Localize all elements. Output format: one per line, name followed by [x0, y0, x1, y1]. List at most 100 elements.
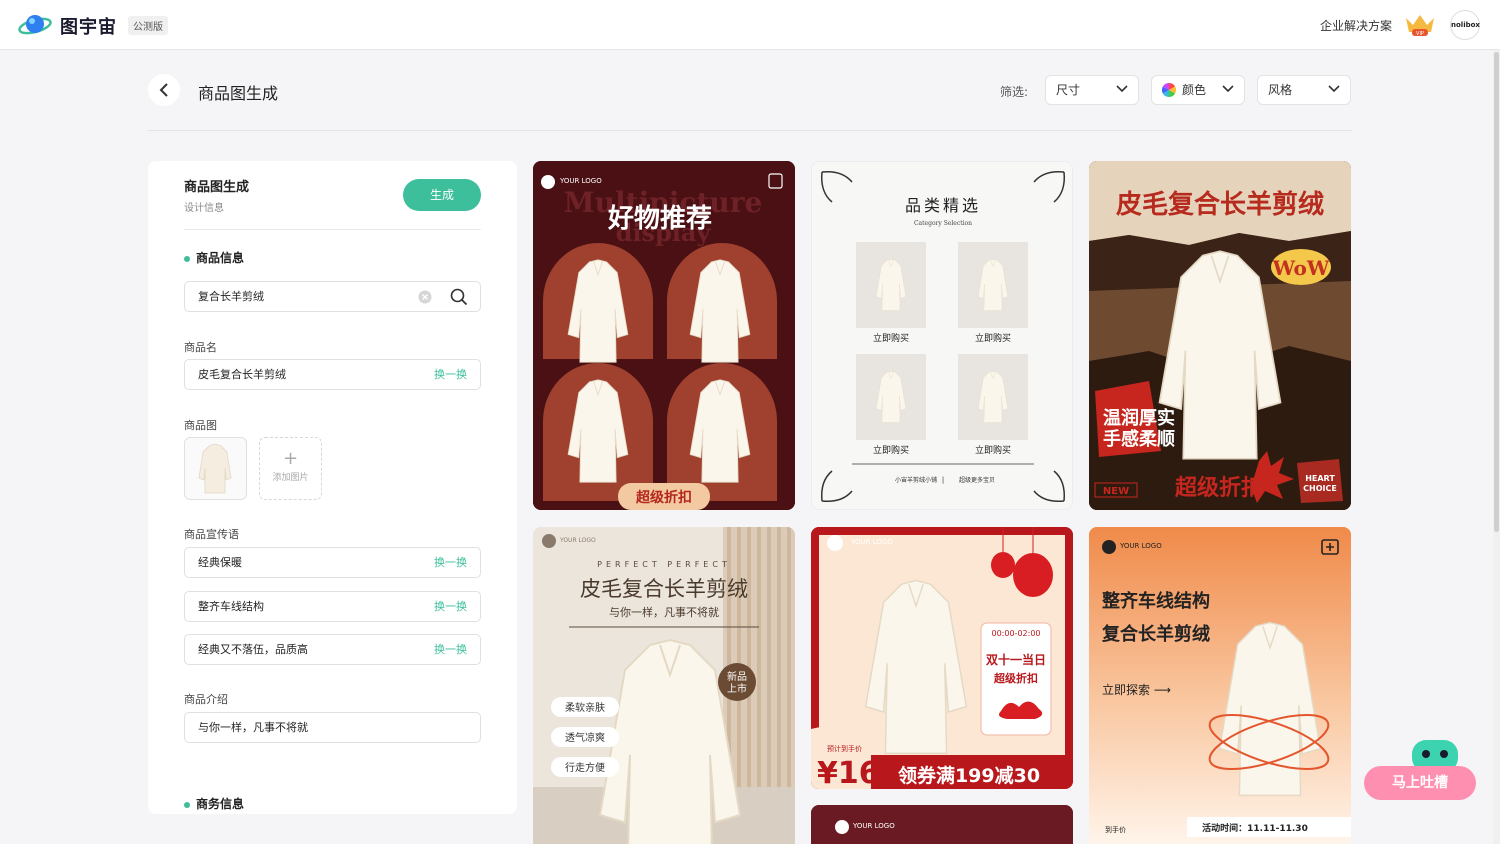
top-bar: 图宇宙 公测版 企业解决方案 VIP nolibox — [0, 0, 1500, 50]
side-text: 温润厚实 — [1103, 407, 1175, 429]
slogan-field-2[interactable]: 整齐车线结构 换一换 — [184, 591, 481, 622]
template-card-2[interactable]: 品类精选 Category Selection 立即购买 立即购买 立即购买 立… — [811, 161, 1073, 510]
tag: 柔软亲肤 — [565, 701, 605, 714]
template-card-5[interactable]: YOUR LOGO 00:00-02:00 双十一当日 超级折扣 预计到手价 ¥… — [811, 527, 1073, 789]
price-value: ¥169 — [817, 756, 901, 789]
template-card-6[interactable]: YOUR LOGO 整齐车线结构 复合长羊剪绒 立即探索 ⟶ 到手价 活动时间：… — [1089, 527, 1351, 844]
tag: 透气凉爽 — [565, 731, 605, 744]
filter-label: 筛选: — [1000, 85, 1029, 99]
wow-label: WoW — [1272, 256, 1330, 280]
chevron-left-icon — [159, 83, 168, 97]
page-scrollbar[interactable] — [1493, 50, 1500, 844]
tag: 行走方便 — [565, 761, 605, 774]
card-4-art: YOUR LOGO PERFECT PERFECT 皮毛复合长羊剪绒 与你一样，… — [533, 527, 795, 844]
clear-icon[interactable] — [418, 290, 432, 304]
color-filter-label: 颜色 — [1182, 83, 1207, 97]
card-1-art: YOUR LOGO Multipicture display 好物推荐 超级折扣 — [533, 161, 795, 510]
back-button[interactable] — [148, 74, 180, 106]
product-image-thumbnail[interactable] — [184, 437, 247, 500]
card-title: 皮毛复合长羊剪绒 — [1116, 189, 1324, 220]
size-filter-label: 尺寸 — [1056, 83, 1081, 97]
card-5-art: YOUR LOGO 00:00-02:00 双十一当日 超级折扣 预计到手价 ¥… — [811, 527, 1073, 789]
search-icon[interactable] — [450, 288, 468, 306]
card-logo: YOUR LOGO — [852, 822, 895, 830]
panel-divider — [184, 229, 481, 230]
card-line: 整齐车线结构 — [1101, 590, 1210, 612]
scrollbar-thumb[interactable] — [1494, 52, 1499, 532]
new-badge-text: 新品 — [727, 670, 747, 683]
style-filter-label: 风格 — [1268, 83, 1293, 97]
template-card-1[interactable]: YOUR LOGO Multipicture display 好物推荐 超级折扣 — [533, 161, 795, 510]
svg-text:|: | — [942, 476, 944, 484]
section-product-info: 商品信息 — [184, 249, 244, 266]
color-wheel-icon — [1162, 83, 1176, 97]
product-image-label: 商品图 — [184, 419, 217, 432]
page-title: 商品图生成 — [198, 84, 279, 103]
perfect-label: PERFECT PERFECT — [597, 560, 731, 569]
coupon-label: 领券满199减30 — [898, 764, 1040, 787]
heart-label: HEART — [1305, 474, 1335, 483]
vip-label: VIP — [1416, 31, 1424, 37]
card-logo: YOUR LOGO — [850, 538, 893, 546]
panel-subtitle: 设计信息 — [184, 203, 224, 214]
buy-label: 立即购买 — [975, 332, 1011, 344]
bottom-label: 超级折扣 — [1175, 475, 1263, 501]
explore-link: 立即探索 ⟶ — [1102, 682, 1171, 697]
card-title: 皮毛复合长羊剪绒 — [580, 577, 748, 601]
card-line: 复合长羊剪绒 — [1101, 623, 1210, 645]
color-filter-dropdown[interactable]: 颜色 — [1151, 75, 1245, 105]
style-filter-dropdown[interactable]: 风格 — [1257, 75, 1351, 105]
intro-field[interactable]: 与你一样，凡事不将就 — [184, 712, 481, 743]
side-text: 手感柔顺 — [1103, 428, 1175, 450]
swap-button[interactable]: 换一换 — [434, 548, 467, 577]
slogan-value: 整齐车线结构 — [198, 600, 264, 613]
card-subtitle: 与你一样，凡事不将就 — [609, 605, 719, 619]
card-logo: YOUR LOGO — [559, 537, 596, 544]
chevron-down-icon — [1222, 85, 1234, 93]
card-logo: YOUR LOGO — [559, 177, 602, 185]
buy-label: 立即购买 — [873, 444, 909, 456]
chevron-down-icon — [1328, 85, 1340, 93]
slogan-label: 商品宣传语 — [184, 528, 239, 541]
section-business-info: 商务信息 — [184, 795, 244, 812]
generate-button[interactable]: 生成 — [403, 179, 481, 211]
footer-text: 小宙羊剪绒小铺 — [895, 476, 937, 484]
slogan-field-1[interactable]: 经典保暖 换一换 — [184, 547, 481, 578]
swap-button[interactable]: 换一换 — [434, 592, 467, 621]
card-3-art: 皮毛复合长羊剪绒 WoW 温润厚实 手感柔顺 NEW 超级折扣 HEART CH… — [1089, 161, 1351, 510]
card-title: 好物推荐 — [607, 204, 712, 234]
enterprise-solutions-link[interactable]: 企业解决方案 — [1320, 17, 1392, 34]
template-card-4[interactable]: YOUR LOGO PERFECT PERFECT 皮毛复合长羊剪绒 与你一样，… — [533, 527, 795, 844]
buy-label: 立即购买 — [873, 332, 909, 344]
price-label: 到手价 — [1105, 825, 1126, 834]
add-image-label: 添加图片 — [272, 473, 309, 483]
beta-badge: 公测版 — [128, 16, 168, 35]
footer-text: 超级更多宝贝 — [959, 476, 995, 484]
buy-label: 立即购买 — [975, 444, 1011, 456]
size-filter-dropdown[interactable]: 尺寸 — [1045, 75, 1139, 105]
new-label: NEW — [1103, 486, 1129, 497]
swap-button[interactable]: 换一换 — [434, 360, 467, 389]
add-image-button[interactable]: + 添加图片 — [259, 437, 322, 500]
user-avatar[interactable]: nolibox — [1450, 10, 1480, 40]
panel-title: 商品图生成 — [184, 180, 250, 195]
template-card-7[interactable]: YOUR LOGO — [811, 805, 1073, 844]
vip-crown-icon[interactable]: VIP — [1404, 12, 1436, 38]
product-name-field[interactable]: 皮毛复合长羊剪绒 换一换 — [184, 359, 481, 390]
slogan-value: 经典保暖 — [198, 556, 242, 569]
template-card-3[interactable]: 皮毛复合长羊剪绒 WoW 温润厚实 手感柔顺 NEW 超级折扣 HEART CH… — [1089, 161, 1351, 510]
design-info-panel: 商品图生成 设计信息 生成 商品信息 复合长羊剪绒 商品名 皮毛复合长羊剪绒 换… — [148, 161, 517, 814]
heart-label: CHOICE — [1303, 484, 1337, 493]
new-badge-text: 上市 — [727, 682, 747, 695]
slogan-value: 经典又不落伍，品质高 — [198, 643, 308, 656]
swap-button[interactable]: 换一换 — [434, 635, 467, 664]
product-search-value: 复合长羊剪绒 — [198, 290, 264, 303]
product-search-input[interactable]: 复合长羊剪绒 — [184, 281, 481, 312]
plus-icon: + — [282, 448, 299, 469]
brand-name[interactable]: 图宇宙 — [60, 13, 117, 39]
product-name-value: 皮毛复合长羊剪绒 — [198, 368, 286, 381]
event-label: 超级折扣 — [993, 671, 1038, 685]
slogan-field-3[interactable]: 经典又不落伍，品质高 换一换 — [184, 634, 481, 665]
planet-logo-icon[interactable] — [18, 11, 52, 39]
feedback-button[interactable]: 马上吐槽 — [1364, 766, 1476, 800]
